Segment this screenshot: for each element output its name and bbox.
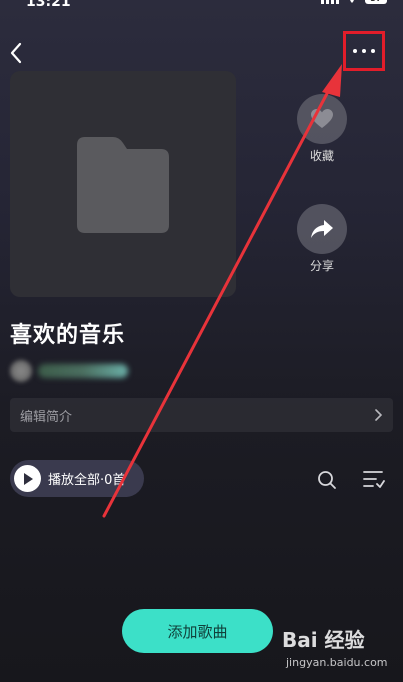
search-button[interactable] — [316, 469, 338, 491]
watermark-brand: Bai 经验 — [282, 628, 365, 652]
edit-description-label: 编辑简介 — [20, 409, 73, 425]
signal-icon — [321, 0, 339, 4]
creator-name-blurred — [38, 364, 128, 378]
playlist-screen: 13:21 37 收藏 — [0, 0, 403, 682]
favorite-circle — [297, 94, 347, 144]
status-time: 13:21 — [26, 0, 71, 10]
battery-icon: 37 — [365, 0, 387, 4]
wifi-icon — [350, 0, 354, 3]
play-all-label: 播放全部·0首 — [48, 473, 126, 488]
play-all-button[interactable]: 播放全部·0首 — [10, 460, 144, 497]
baidu-jingyan-watermark: Bai 经验 jingyan.baidu.com — [282, 624, 398, 676]
sort-list-button[interactable] — [362, 467, 386, 491]
play-icon — [23, 472, 33, 485]
search-icon — [318, 471, 336, 489]
watermark-url: jingyan.baidu.com — [286, 656, 388, 669]
back-button[interactable] — [6, 40, 28, 66]
share-label: 分享 — [309, 259, 334, 273]
chevron-right-icon — [375, 409, 383, 421]
chevron-left-icon — [10, 42, 22, 64]
play-circle — [14, 465, 41, 492]
creator-row[interactable] — [10, 360, 128, 382]
status-icons: 37 — [321, 0, 387, 4]
add-song-button[interactable]: 添加歌曲 — [122, 609, 273, 653]
playlist-title: 喜欢的音乐 — [10, 323, 126, 348]
status-bar: 13:21 37 — [0, 0, 403, 10]
heart-icon — [311, 109, 333, 128]
more-options-button[interactable] — [343, 31, 385, 71]
edit-description-row[interactable]: 编辑简介 — [10, 398, 393, 432]
playlist-cover — [10, 71, 236, 297]
folder-icon — [77, 137, 169, 233]
creator-avatar — [10, 360, 32, 382]
more-dots-icon — [353, 49, 375, 53]
favorite-label: 收藏 — [309, 149, 334, 163]
share-arrow-icon — [311, 220, 333, 238]
share-button[interactable]: 分享 — [292, 204, 352, 274]
sort-list-icon — [363, 471, 385, 488]
share-circle — [297, 204, 347, 254]
favorite-button[interactable]: 收藏 — [292, 94, 352, 164]
